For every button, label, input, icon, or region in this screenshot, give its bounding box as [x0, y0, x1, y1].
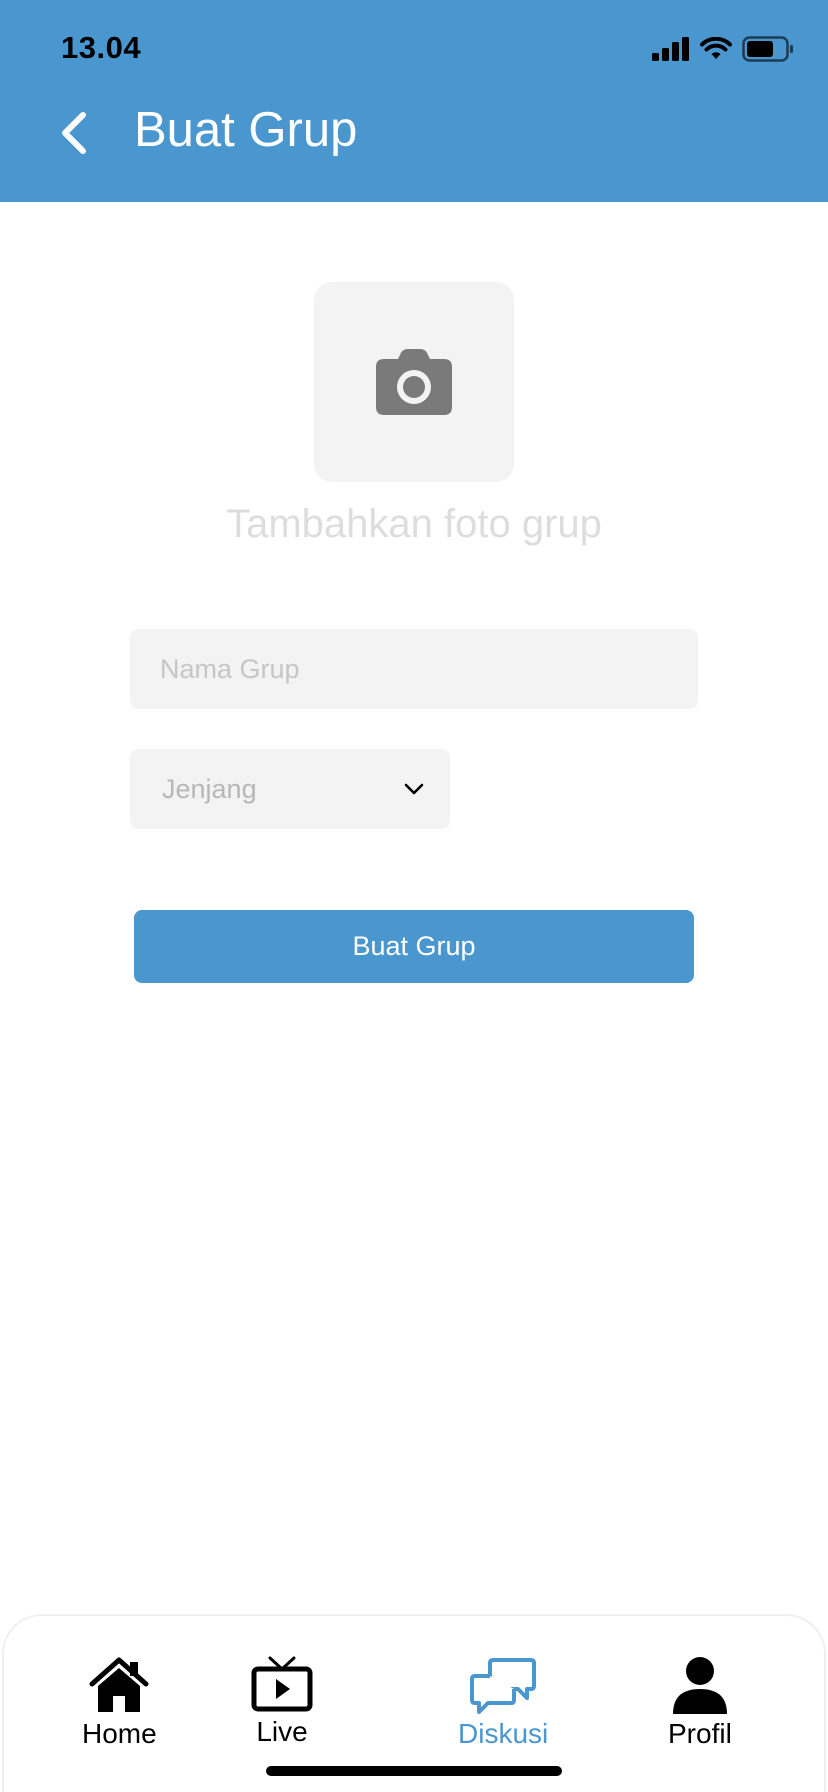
- add-photo-button[interactable]: [314, 282, 514, 482]
- battery-icon: [742, 36, 793, 62]
- nav-item-profil[interactable]: Profil: [668, 1656, 732, 1750]
- page-title: Buat Grup: [134, 103, 358, 157]
- home-icon: [89, 1657, 149, 1712]
- wifi-icon: [700, 37, 732, 59]
- home-indicator: [266, 1766, 562, 1776]
- nav-label-profil: Profil: [668, 1718, 732, 1749]
- chevron-left-icon: [62, 112, 86, 154]
- chat-bubbles-icon: [470, 1658, 537, 1714]
- chevron-down-icon: [404, 783, 424, 795]
- status-icons: [652, 34, 794, 64]
- level-select[interactable]: Jenjang: [130, 749, 450, 829]
- tv-play-icon: [251, 1656, 313, 1712]
- nav-item-diskusi[interactable]: Diskusi: [458, 1656, 548, 1750]
- app-header: 13.04 Buat Grup: [0, 0, 828, 202]
- signal-icon: [652, 37, 689, 61]
- nav-item-home[interactable]: Home: [82, 1656, 157, 1750]
- nav-label-home: Home: [82, 1718, 157, 1749]
- status-time: 13.04: [61, 30, 142, 65]
- group-name-input[interactable]: [130, 629, 698, 709]
- nav-item-live[interactable]: Live: [251, 1656, 313, 1748]
- level-select-value: Jenjang: [162, 773, 257, 804]
- camera-icon: [376, 349, 452, 415]
- create-group-button[interactable]: Buat Grup: [134, 910, 694, 983]
- group-name-field[interactable]: [130, 629, 698, 709]
- back-button[interactable]: [52, 108, 96, 158]
- add-photo-caption: Tambahkan foto grup: [226, 502, 602, 546]
- nav-label-live: Live: [256, 1716, 308, 1747]
- person-icon: [672, 1657, 727, 1714]
- nav-label-diskusi: Diskusi: [458, 1718, 549, 1749]
